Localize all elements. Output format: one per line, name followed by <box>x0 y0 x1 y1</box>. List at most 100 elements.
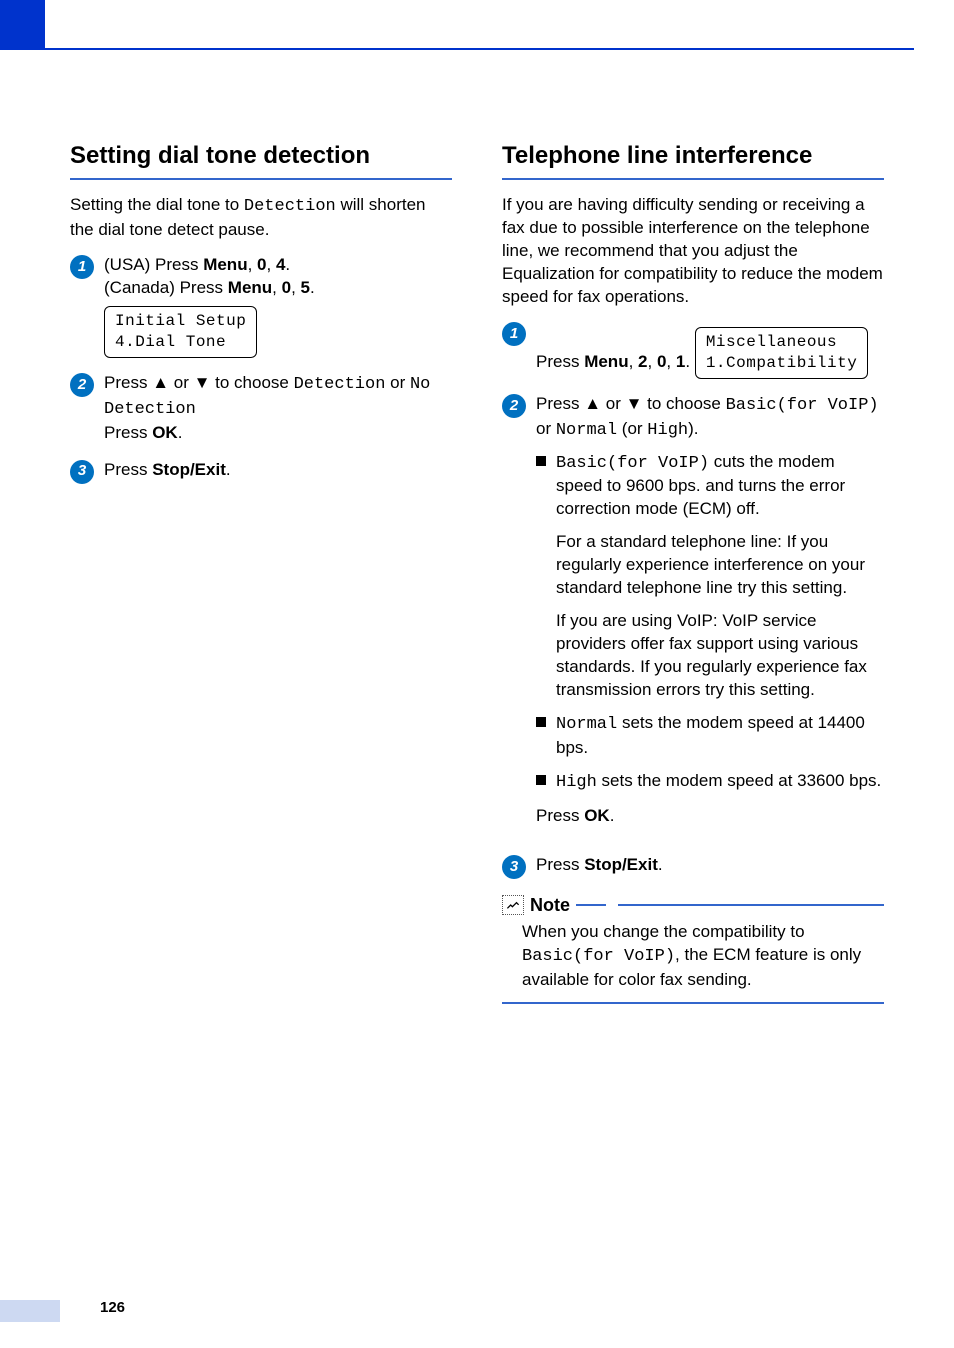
mono-text: Basic(for VoIP) <box>726 396 879 415</box>
press-ok: Press OK. <box>536 805 884 828</box>
right-steps: 1 Press Menu, 2, 0, 1. Miscellaneous 1.C… <box>502 321 884 879</box>
step-body: Press ▲ or ▼ to choose Detection or No D… <box>104 372 452 445</box>
text: . <box>658 855 663 874</box>
text: , <box>272 278 281 297</box>
note-rule-bottom <box>502 1002 884 1004</box>
mono-text: Normal <box>556 421 617 440</box>
mono-text: Normal <box>556 715 617 734</box>
text: Press <box>536 394 584 413</box>
key-1: 1 <box>676 352 685 371</box>
text: or <box>169 373 194 392</box>
mono-text: Basic(for VoIP) <box>556 454 709 473</box>
key-ok: OK <box>584 806 610 825</box>
footer-tab <box>0 1300 60 1322</box>
note-header: Note <box>502 893 884 917</box>
text: (USA) Press <box>104 255 203 274</box>
step2-line: Press ▲ or ▼ to choose Basic(for VoIP) o… <box>536 393 884 443</box>
down-arrow-icon: ▼ <box>194 373 211 392</box>
note-icon <box>502 895 524 915</box>
key-menu: Menu <box>203 255 247 274</box>
key-ok: OK <box>152 423 178 442</box>
text: , <box>248 255 257 274</box>
text: . <box>178 423 183 442</box>
text: . <box>610 806 615 825</box>
text: . <box>285 255 290 274</box>
text: Press <box>104 460 152 479</box>
key-0: 0 <box>282 278 291 297</box>
key-5: 5 <box>301 278 310 297</box>
text: When you change the compatibility to <box>522 922 805 941</box>
left-steps: 1 (USA) Press Menu, 0, 4. (Canada) Press… <box>70 254 452 483</box>
note-title: Note <box>530 893 570 917</box>
key-0: 0 <box>657 352 666 371</box>
mono-text: Detection <box>294 375 386 394</box>
step-badge-3: 3 <box>70 460 94 484</box>
text: to choose <box>642 394 725 413</box>
note-body: When you change the compatibility to Bas… <box>522 921 884 992</box>
right-intro: If you are having difficulty sending or … <box>502 194 884 309</box>
text: Press <box>104 373 152 392</box>
section-rule <box>70 178 452 180</box>
note-rule <box>576 904 606 906</box>
right-column: Telephone line interference If you are h… <box>502 140 884 1004</box>
text: Press <box>104 423 152 442</box>
page-content: Setting dial tone detection Setting the … <box>70 140 884 1004</box>
text: ). <box>688 419 698 438</box>
mono-text: High <box>647 421 688 440</box>
text: . <box>685 352 690 371</box>
text: . <box>310 278 315 297</box>
text: , <box>666 352 675 371</box>
step-body: Press Menu, 2, 0, 1. Miscellaneous 1.Com… <box>536 321 884 379</box>
note-rule <box>618 904 884 906</box>
step-badge-2: 2 <box>502 394 526 418</box>
key-menu: Menu <box>228 278 272 297</box>
text: to choose <box>210 373 293 392</box>
key-menu: Menu <box>584 352 628 371</box>
lcd-display: Miscellaneous 1.Compatibility <box>695 327 869 379</box>
down-arrow-icon: ▼ <box>626 394 643 413</box>
mono-text: High <box>556 773 597 792</box>
up-arrow-icon: ▲ <box>584 394 601 413</box>
text: , <box>267 255 276 274</box>
text: Setting the dial tone to <box>70 195 244 214</box>
text: or <box>601 394 626 413</box>
text: sets the modem speed at 33600 bps. <box>597 771 881 790</box>
lcd-display: Initial Setup 4.Dial Tone <box>104 306 257 358</box>
list-item: Normal sets the modem speed at 14400 bps… <box>536 712 884 760</box>
left-column: Setting dial tone detection Setting the … <box>70 140 452 1004</box>
section-rule <box>502 178 884 180</box>
text: If you are using VoIP: VoIP service prov… <box>556 610 884 702</box>
text: . <box>226 460 231 479</box>
left-intro: Setting the dial tone to Detection will … <box>70 194 452 242</box>
text: Press <box>536 855 584 874</box>
text: or <box>385 373 410 392</box>
key-0: 0 <box>257 255 266 274</box>
step-body: Press ▲ or ▼ to choose Basic(for VoIP) o… <box>536 393 884 840</box>
up-arrow-icon: ▲ <box>152 373 169 392</box>
key-4: 4 <box>276 255 285 274</box>
header-accent <box>0 0 45 50</box>
header-rule <box>45 48 914 50</box>
key-stop-exit: Stop/Exit <box>152 460 226 479</box>
list-item: High sets the modem speed at 33600 bps. <box>536 770 884 795</box>
step-badge-1: 1 <box>502 322 526 346</box>
list-item: Basic(for VoIP) cuts the modem speed to … <box>536 451 884 702</box>
mono-text: Basic(for VoIP) <box>522 947 675 966</box>
mono-text: Detection <box>244 197 336 216</box>
page-number: 126 <box>100 1298 125 1318</box>
key-2: 2 <box>638 352 647 371</box>
key-stop-exit: Stop/Exit <box>584 855 658 874</box>
note-box: Note When you change the compatibility t… <box>502 893 884 1004</box>
text: (or <box>617 419 647 438</box>
text: , <box>648 352 657 371</box>
step-body: (USA) Press Menu, 0, 4. (Canada) Press M… <box>104 254 452 357</box>
step-badge-1: 1 <box>70 255 94 279</box>
text: For a standard telephone line: If you re… <box>556 531 884 600</box>
text: Press <box>536 352 584 371</box>
step-badge-2: 2 <box>70 373 94 397</box>
text: , <box>291 278 300 297</box>
text: (Canada) Press <box>104 278 228 297</box>
section-heading-right: Telephone line interference <box>502 140 884 172</box>
text: or <box>536 419 556 438</box>
step-badge-3: 3 <box>502 855 526 879</box>
